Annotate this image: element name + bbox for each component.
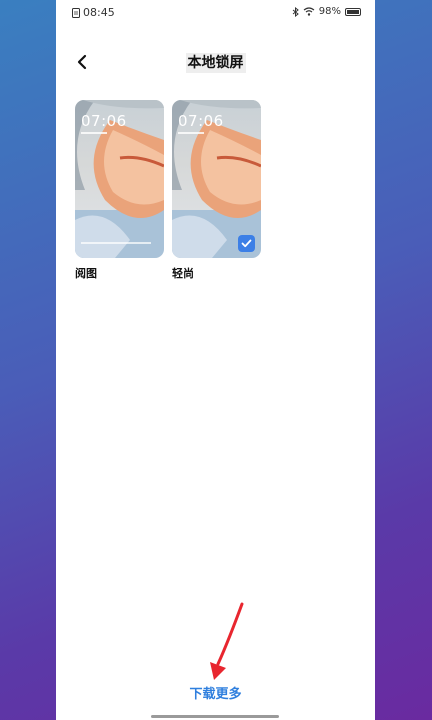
page-title: 本地锁屏 bbox=[56, 52, 375, 73]
wifi-icon bbox=[303, 7, 315, 16]
theme-name: 轻尚 bbox=[172, 267, 194, 280]
status-time: 08:45 bbox=[83, 6, 115, 19]
download-more-button[interactable]: 下载更多 bbox=[56, 683, 375, 702]
status-bar: 08:45 98% bbox=[56, 0, 375, 26]
theme-thumbnail: 07:06 bbox=[75, 100, 164, 258]
bluetooth-icon bbox=[292, 6, 299, 17]
preview-date-line bbox=[178, 132, 204, 134]
battery-icon bbox=[345, 7, 361, 16]
theme-name: 阅图 bbox=[75, 267, 97, 280]
annotation-arrow-icon bbox=[210, 602, 244, 680]
theme-card-yuetu[interactable]: 07:06 阅图 bbox=[75, 100, 164, 281]
phone-screen: 08:45 98% 本地锁屏 07:06 阅图 07:06 轻尚 下载更多 bbox=[56, 0, 375, 720]
document-icon bbox=[72, 7, 80, 18]
preview-date-line bbox=[81, 132, 107, 134]
page-title-text: 本地锁屏 bbox=[185, 53, 246, 73]
preview-clock: 07:06 bbox=[178, 112, 224, 130]
theme-card-qingshang[interactable]: 07:06 轻尚 bbox=[172, 100, 261, 281]
battery-percent: 98% bbox=[318, 6, 341, 17]
status-left: 08:45 bbox=[72, 6, 115, 19]
lockscreen-grid: 07:06 阅图 07:06 轻尚 bbox=[75, 100, 261, 281]
selected-check-icon bbox=[238, 235, 255, 252]
preview-clock: 07:06 bbox=[81, 112, 127, 130]
theme-thumbnail: 07:06 bbox=[172, 100, 261, 258]
preview-caption bbox=[81, 242, 151, 244]
home-indicator[interactable] bbox=[151, 715, 279, 718]
status-right: 98% bbox=[292, 6, 361, 17]
header: 本地锁屏 bbox=[56, 44, 375, 80]
